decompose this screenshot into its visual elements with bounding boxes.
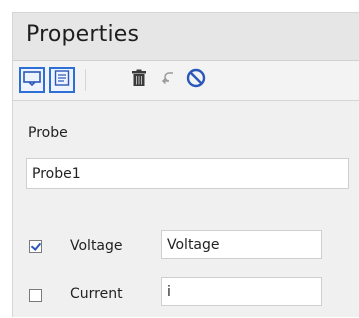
undo-arrow-icon	[159, 70, 177, 90]
no-symbol-icon	[186, 68, 206, 92]
trash-icon	[131, 69, 147, 91]
text-lines-icon	[54, 70, 70, 90]
probe-icon	[23, 70, 41, 90]
voltage-checkbox[interactable]	[29, 240, 42, 253]
text-view-button[interactable]	[49, 67, 75, 93]
properties-content: Probe Probe1 Voltage Voltage Current i	[13, 101, 359, 318]
voltage-label: Voltage	[70, 238, 123, 254]
probe-name-input[interactable]: Probe1	[26, 158, 349, 189]
panel-header: Properties	[13, 13, 359, 61]
voltage-expression-input[interactable]: Voltage	[161, 230, 322, 259]
disable-button[interactable]	[183, 67, 209, 93]
toolbar-separator	[85, 69, 86, 91]
probe-label: Probe	[28, 125, 68, 141]
current-expression-input[interactable]: i	[161, 277, 322, 306]
properties-panel: Properties Probe Probe1 Voltage Voltage …	[12, 12, 359, 317]
properties-toolbar	[13, 61, 359, 101]
current-label: Current	[70, 286, 123, 302]
current-checkbox[interactable]	[29, 289, 42, 302]
probe-view-button[interactable]	[19, 67, 45, 93]
delete-button[interactable]	[126, 67, 152, 93]
undo-button[interactable]	[155, 67, 181, 93]
panel-title: Properties	[26, 22, 140, 47]
